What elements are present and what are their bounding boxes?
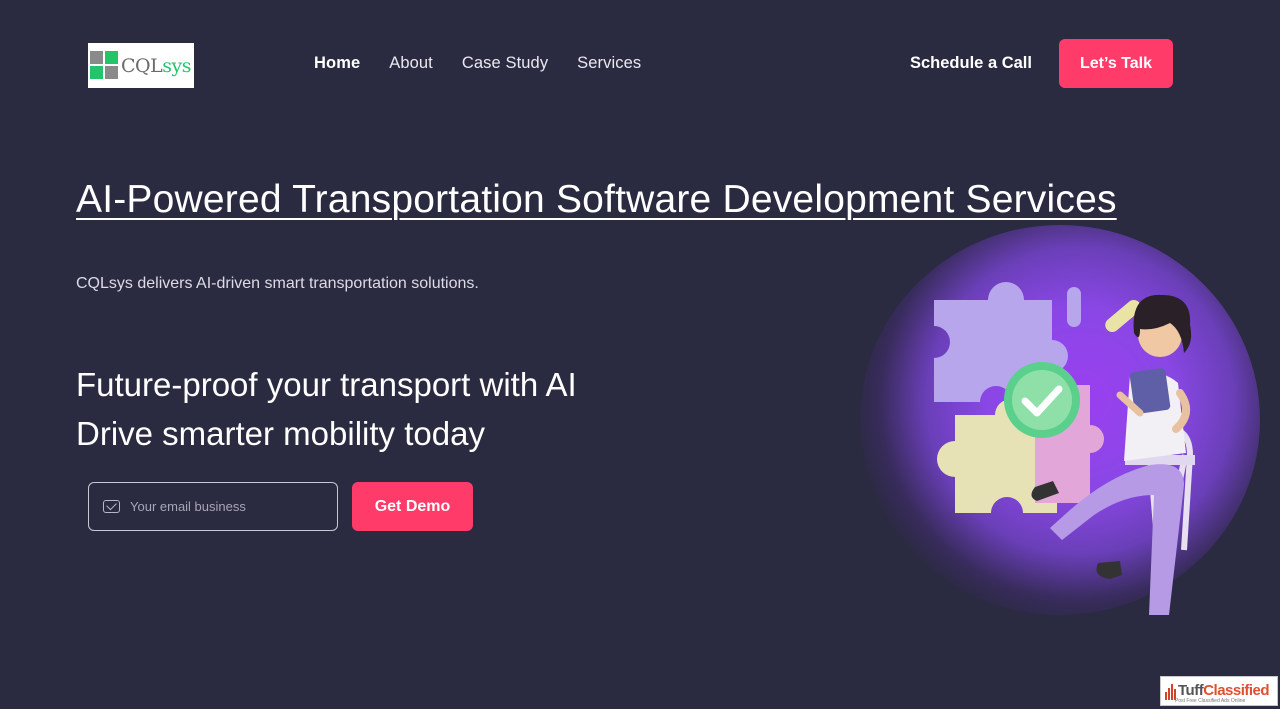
watermark-text: TuffClassified — [1178, 682, 1270, 699]
lets-talk-button[interactable]: Let’s Talk — [1059, 39, 1173, 88]
illustration-art — [934, 282, 1195, 615]
landing-page: CQLsys Home About Case Study Services Sc… — [0, 0, 1280, 709]
tagline-line-1: Future-proof your transport with AI — [76, 366, 577, 403]
capsule-lavender — [1067, 287, 1081, 327]
mail-icon — [103, 500, 120, 513]
schedule-call-link[interactable]: Schedule a Call — [910, 52, 1032, 74]
tuffclassified-watermark[interactable]: TuffClassified Post Free Classified Ads … — [1160, 676, 1278, 706]
watermark-tagline: Post Free Classified Ads Online — [1175, 698, 1246, 704]
nav-home[interactable]: Home — [314, 52, 360, 74]
get-demo-button[interactable]: Get Demo — [352, 482, 473, 531]
hero-tagline: Future-proof your transport with AI Driv… — [76, 360, 577, 458]
email-field-wrapper — [88, 482, 338, 531]
brand-logo[interactable]: CQLsys — [88, 43, 194, 88]
tagline-line-2: Drive smarter mobility today — [76, 415, 485, 452]
email-input[interactable] — [130, 499, 320, 514]
main-nav: Home About Case Study Services — [314, 52, 641, 74]
logo-text: CQLsys — [121, 54, 191, 77]
woman-with-puzzle-illustration — [850, 215, 1280, 615]
nav-case-study[interactable]: Case Study — [462, 52, 548, 74]
nav-services[interactable]: Services — [577, 52, 641, 74]
nav-about[interactable]: About — [389, 52, 433, 74]
hero-subtitle: CQLsys delivers AI-driven smart transpor… — [76, 275, 479, 292]
logo-mark-icon — [90, 50, 118, 81]
